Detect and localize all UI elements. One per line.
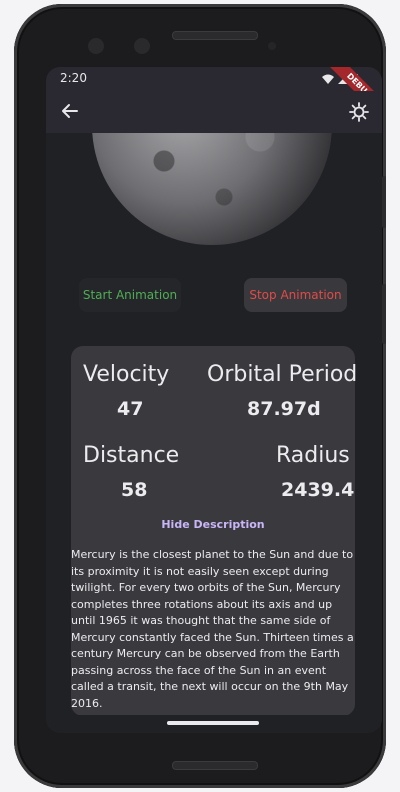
planet-info-card: Velocity 47 Orbital Period 87.97d Distan… [71, 346, 358, 716]
arrow-back-icon[interactable] [60, 101, 80, 121]
wifi-icon [322, 74, 334, 84]
front-sensor [134, 38, 150, 54]
distance-value: 58 [121, 479, 148, 501]
bottom-speaker [172, 761, 258, 770]
brightness-icon[interactable] [348, 101, 370, 123]
screen: 2:20 DEBUG Start Animation Stop Animatio… [46, 67, 382, 733]
planet-image [92, 133, 332, 245]
distance-label: Distance [83, 443, 180, 468]
status-time: 2:20 [60, 71, 87, 85]
velocity-label: Velocity [83, 362, 170, 387]
hide-description-button[interactable]: Hide Description [71, 518, 355, 531]
earpiece-speaker [172, 31, 258, 40]
home-indicator[interactable] [167, 721, 259, 725]
navigation-bar [46, 715, 382, 733]
velocity-value: 47 [117, 398, 144, 420]
radius-value: 2439.4 [281, 479, 355, 501]
orbital-period-label: Orbital Period [207, 362, 358, 387]
status-bar: 2:20 DEBUG [46, 67, 382, 123]
app-bar [46, 91, 382, 133]
planet-viewport [46, 133, 382, 273]
start-animation-button[interactable]: Start Animation [79, 278, 181, 312]
radius-label: Radius [276, 443, 350, 468]
proximity-sensor [268, 42, 276, 50]
phone-frame: 2:20 DEBUG Start Animation Stop Animatio… [14, 4, 386, 788]
orbital-period-value: 87.97d [247, 398, 321, 420]
volume-button[interactable] [382, 176, 386, 228]
stop-animation-button[interactable]: Stop Animation [244, 278, 347, 312]
front-camera [88, 38, 104, 54]
planet-description: Mercury is the closest planet to the Sun… [71, 548, 354, 710]
power-button[interactable] [382, 284, 386, 344]
